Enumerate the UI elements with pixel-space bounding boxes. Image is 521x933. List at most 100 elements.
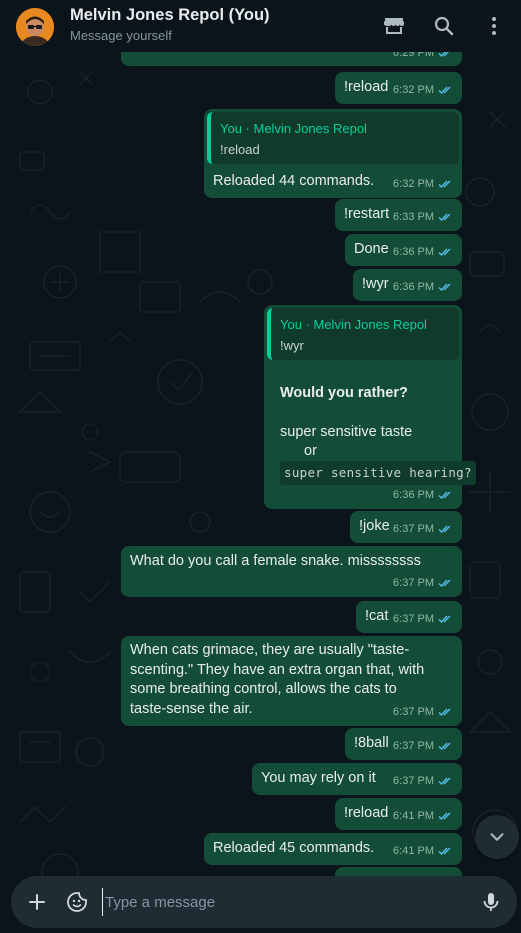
message-time: 6:32 PM (393, 177, 434, 190)
wyr-title: Would you rather? (280, 385, 408, 401)
message-meta: 6:36 PM (393, 278, 454, 298)
message-meta: 6:36 PM (393, 243, 454, 263)
message-time: 6:29 PM (393, 52, 434, 59)
quote-text: !reload (220, 142, 260, 157)
message-time: 6:41 PM (393, 844, 434, 857)
message-meta: 6:41 PM (393, 807, 454, 827)
avatar[interactable] (16, 8, 54, 46)
scroll-to-bottom-button[interactable] (475, 815, 519, 859)
message-meta: 6:36 PM (393, 486, 454, 506)
mic-icon[interactable] (479, 890, 503, 914)
message-bubble[interactable]: You · Melvin Jones Repol !reload Reloade… (204, 109, 462, 198)
message-bubble[interactable]: !8ball 6:37 PM (345, 728, 462, 760)
message-time: 6:32 PM (393, 83, 434, 96)
message-meta: 6:37 PM (393, 703, 454, 723)
plus-icon[interactable] (25, 890, 49, 914)
chevron-down-icon (490, 833, 504, 841)
avatar-image (16, 8, 54, 46)
message-text: !joke (359, 518, 390, 534)
message-bubble[interactable]: When cats grimace, they are usually "tas… (121, 636, 462, 726)
sticker-icon[interactable] (65, 890, 89, 914)
read-ticks-icon (438, 811, 454, 821)
message-time: 6:36 PM (393, 280, 434, 293)
read-ticks-icon (438, 52, 454, 58)
message-time: 6:37 PM (393, 705, 434, 718)
read-ticks-icon (438, 490, 454, 500)
whatsapp-chat-window: Melvin Jones Repol (You) Message yoursel… (0, 0, 521, 933)
message-bubble[interactable]: What do you call a female snake. misssss… (121, 546, 462, 597)
quoted-message[interactable]: You · Melvin Jones Repol !wyr (267, 308, 459, 360)
message-meta: 6:32 PM (393, 175, 454, 195)
message-text: !reload (344, 79, 389, 95)
quote-text: !wyr (280, 338, 304, 353)
message-bubble[interactable]: Done 6:36 PM (345, 234, 462, 266)
message-bubble[interactable]: Reloaded 45 commands. 6:41 PM (204, 833, 462, 865)
message-time: 6:33 PM (393, 210, 434, 223)
message-meta: 6:37 PM (393, 520, 454, 540)
message-text-line: taste-sense the air. (130, 700, 253, 717)
quote-author: You · Melvin Jones Repol (280, 317, 427, 332)
read-ticks-icon (438, 524, 454, 534)
message-time: 6:37 PM (393, 739, 434, 752)
message-bubble[interactable]: !wyr 6:36 PM (353, 269, 462, 301)
message-input[interactable] (102, 888, 462, 916)
message-time: 6:37 PM (393, 522, 434, 535)
message-time: 6:36 PM (393, 245, 434, 258)
message-meta: 6:33 PM (393, 208, 454, 228)
chat-subtitle: Message yourself (70, 28, 172, 43)
chat-title: Melvin Jones Repol (You) (70, 6, 270, 24)
read-ticks-icon (438, 614, 454, 624)
message-meta: 6:37 PM (393, 772, 454, 792)
read-ticks-icon (438, 776, 454, 786)
message-time: 6:37 PM (393, 774, 434, 787)
message-text: !restart (344, 206, 390, 222)
message-list[interactable]: 6:29 PM !reload 6:32 PM You · Melvin Jon… (0, 52, 521, 933)
read-ticks-icon (438, 247, 454, 257)
message-time: 6:36 PM (393, 488, 434, 501)
message-text-line: When cats grimace, they are usually "tas… (130, 642, 410, 658)
message-bubble[interactable]: !joke 6:37 PM (350, 511, 462, 543)
message-text: !8ball (354, 735, 389, 751)
read-ticks-icon (438, 282, 454, 292)
message-bubble[interactable]: !restart 6:33 PM (335, 199, 462, 231)
message-text: Reloaded 45 commands. (213, 840, 375, 856)
message-bubble[interactable]: You may rely on it 6:37 PM (252, 763, 462, 795)
more-vert-icon[interactable] (482, 14, 506, 38)
message-meta: 6:37 PM (393, 610, 454, 630)
chat-title-block[interactable]: Melvin Jones Repol (You) Message yoursel… (70, 5, 270, 43)
wyr-option-b: super sensitive hearing? (280, 461, 476, 485)
quoted-message[interactable]: You · Melvin Jones Repol !reload (207, 112, 459, 164)
message-meta: 6:41 PM (393, 842, 454, 862)
read-ticks-icon (438, 846, 454, 856)
message-composer (11, 876, 517, 928)
message-bubble[interactable]: !reload 6:41 PM (335, 798, 462, 830)
read-ticks-icon (438, 179, 454, 189)
message-time: 6:37 PM (393, 612, 434, 625)
message-text: Done (354, 241, 389, 257)
message-text: Reloaded 44 commands. (213, 173, 375, 189)
message-bubble[interactable]: 6:29 PM (121, 52, 462, 66)
shop-icon[interactable] (382, 14, 406, 38)
message-meta: 6:37 PM (393, 737, 454, 757)
message-text-line: some breathing control, allows the cats … (130, 681, 397, 697)
search-icon[interactable] (432, 14, 456, 38)
read-ticks-icon (438, 212, 454, 222)
read-ticks-icon (438, 707, 454, 717)
message-bubble[interactable]: You · Melvin Jones Repol !wyr Would you … (264, 305, 476, 509)
chat-header: Melvin Jones Repol (You) Message yoursel… (0, 0, 521, 52)
message-text: You may rely on it (261, 770, 376, 786)
quote-author: You · Melvin Jones Repol (220, 121, 367, 136)
message-text: !cat (365, 608, 389, 624)
wyr-or: or (304, 443, 317, 459)
read-ticks-icon (438, 578, 454, 588)
wyr-option-a: super sensitive taste (280, 424, 413, 440)
message-time: 6:41 PM (393, 809, 434, 822)
message-bubble[interactable]: !cat 6:37 PM (356, 601, 462, 633)
message-meta: 6:32 PM (393, 81, 454, 101)
message-text: !reload (344, 805, 389, 821)
message-text-line: scenting." They have an extra organ that… (130, 661, 425, 678)
read-ticks-icon (438, 741, 454, 751)
message-text: !wyr (362, 276, 389, 292)
message-bubble[interactable]: !reload 6:32 PM (335, 72, 462, 104)
message-meta: 6:37 PM (393, 574, 454, 594)
